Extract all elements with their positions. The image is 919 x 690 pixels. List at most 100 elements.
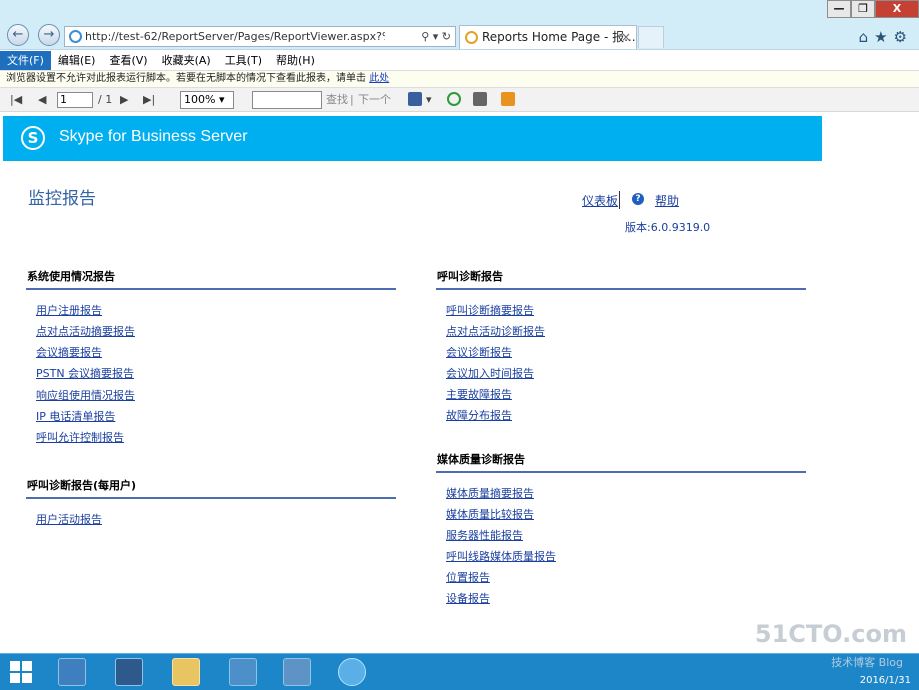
- file-explorer-icon[interactable]: [172, 658, 200, 686]
- report-link[interactable]: 呼叫线路媒体质量报告: [446, 550, 556, 563]
- skype-banner: S Skype for Business Server: [3, 116, 822, 161]
- zoom-value: 100%: [184, 93, 216, 106]
- next-page-icon[interactable]: ▶: [120, 92, 128, 108]
- list-item: 媒体质量摘要报告: [446, 485, 806, 506]
- find-link[interactable]: 查找: [326, 92, 348, 108]
- report-link[interactable]: IP 电话清单报告: [36, 410, 115, 423]
- menu-view[interactable]: 查看(V): [102, 51, 154, 70]
- address-bar[interactable]: http://test-62/ReportServer/Pages/Report…: [64, 26, 456, 47]
- ie-page-icon: [69, 30, 82, 43]
- find-input[interactable]: [252, 91, 322, 109]
- menu-help[interactable]: 帮助(H): [269, 51, 322, 70]
- section-media-quality: 媒体质量诊断报告 媒体质量摘要报告 媒体质量比较报告 服务器性能报告 呼叫线路媒…: [436, 451, 806, 611]
- prev-page-icon[interactable]: ◀: [38, 92, 46, 108]
- banner-title: Skype for Business Server: [59, 128, 248, 145]
- report-link[interactable]: 媒体质量比较报告: [446, 508, 534, 521]
- browser-right-icons[interactable]: ⌂★⚙: [859, 28, 913, 46]
- report-link[interactable]: 故障分布报告: [446, 409, 512, 422]
- last-page-icon[interactable]: ▶|: [143, 92, 155, 108]
- skype-deployment-icon[interactable]: [283, 658, 311, 686]
- maximize-button[interactable]: ❐: [851, 0, 875, 18]
- zoom-select[interactable]: 100% ▾: [180, 91, 234, 109]
- page-title: 监控报告: [28, 189, 96, 209]
- list-item: 服务器性能报告: [446, 527, 806, 548]
- report-link[interactable]: 用户注册报告: [36, 304, 102, 317]
- report-link[interactable]: 呼叫允许控制报告: [36, 431, 124, 444]
- section-title: 媒体质量诊断报告: [436, 451, 806, 473]
- tray-clock[interactable]: 2016/1/31: [860, 674, 911, 688]
- section-title: 系统使用情况报告: [26, 268, 396, 290]
- top-links: 仪表板: [582, 192, 618, 209]
- address-tools-icon[interactable]: ⚲ ▾ ↻: [421, 27, 451, 46]
- report-toolbar: |◀ ◀ 1 / 1 ▶ ▶| 100% ▾ 查找 | 下一个 ▾: [0, 88, 919, 112]
- report-link[interactable]: 会议诊断报告: [446, 346, 512, 359]
- find-next-link[interactable]: 下一个: [358, 92, 391, 108]
- clock-date: 2016/1/31: [859, 675, 911, 686]
- export-icon[interactable]: [408, 92, 422, 106]
- taskbar: 技术博客 Blog 2016/1/31: [0, 653, 919, 690]
- first-page-icon[interactable]: |◀: [10, 92, 22, 108]
- menu-tools[interactable]: 工具(T): [218, 51, 269, 70]
- report-link[interactable]: 点对点活动诊断报告: [446, 325, 545, 338]
- script-info-bar: 浏览器设置不允许对此报表运行脚本。若要在无脚本的情况下查看此报表，请单击 此处: [0, 71, 919, 88]
- section-per-user: 呼叫诊断报告(每用户) 用户活动报告: [26, 477, 396, 532]
- help-link[interactable]: 帮助: [655, 194, 679, 208]
- list-item: 响应组使用情况报告: [36, 387, 396, 408]
- new-tab-button[interactable]: [638, 26, 664, 48]
- list-item: 用户活动报告: [36, 511, 396, 532]
- menu-favorites[interactable]: 收藏夹(A): [155, 51, 218, 70]
- forward-button[interactable]: →: [38, 24, 60, 46]
- window-controls: — ❐ X: [827, 0, 919, 20]
- menu-bar: 文件(F) 编辑(E) 查看(V) 收藏夹(A) 工具(T) 帮助(H): [0, 51, 919, 71]
- report-link[interactable]: 会议摘要报告: [36, 346, 102, 359]
- list-item: 位置报告: [446, 569, 806, 590]
- report-link[interactable]: 会议加入时间报告: [446, 367, 534, 380]
- internet-explorer-icon[interactable]: [338, 658, 366, 686]
- list-item: 设备报告: [446, 590, 806, 611]
- close-button[interactable]: X: [875, 0, 919, 18]
- report-link[interactable]: 用户活动报告: [36, 513, 102, 526]
- report-link[interactable]: 呼叫诊断摘要报告: [446, 304, 534, 317]
- atom-feed-icon[interactable]: [501, 92, 515, 106]
- report-list: 用户活动报告: [26, 511, 396, 532]
- watermark-subtitle: 技术博客 Blog: [831, 656, 903, 669]
- menu-edit[interactable]: 编辑(E): [51, 51, 103, 70]
- report-link[interactable]: 主要故障报告: [446, 388, 512, 401]
- skype-topology-icon[interactable]: [229, 658, 257, 686]
- report-link[interactable]: PSTN 会议摘要报告: [36, 367, 134, 380]
- section-title: 呼叫诊断报告(每用户): [26, 477, 396, 499]
- list-item: 会议诊断报告: [446, 344, 806, 365]
- list-item: IP 电话清单报告: [36, 408, 396, 429]
- dashboard-link[interactable]: 仪表板: [582, 194, 618, 208]
- minimize-button[interactable]: —: [827, 0, 851, 18]
- back-button[interactable]: ←: [7, 24, 29, 46]
- report-link[interactable]: 点对点活动摘要报告: [36, 325, 135, 338]
- tab-close-icon[interactable]: ×: [621, 26, 631, 48]
- powershell-icon[interactable]: [115, 658, 143, 686]
- tab-ie-icon: [465, 31, 478, 44]
- report-link[interactable]: 响应组使用情况报告: [36, 389, 135, 402]
- menu-file[interactable]: 文件(F): [0, 51, 51, 70]
- report-link[interactable]: 设备报告: [446, 592, 490, 605]
- print-icon[interactable]: [473, 92, 487, 106]
- list-item: 呼叫允许控制报告: [36, 429, 396, 450]
- server-manager-icon[interactable]: [58, 658, 86, 686]
- version-label: 版本:6.0.9319.0: [625, 221, 711, 234]
- help-icon[interactable]: ?: [632, 193, 644, 205]
- windows-start-icon[interactable]: [10, 661, 34, 685]
- watermark-logo: 51CTO.com: [754, 620, 907, 648]
- info-link[interactable]: 此处: [369, 73, 389, 84]
- page-number-input[interactable]: 1: [57, 92, 93, 108]
- export-dropdown-icon[interactable]: ▾: [426, 92, 432, 108]
- report-list: 用户注册报告 点对点活动摘要报告 会议摘要报告 PSTN 会议摘要报告 响应组使…: [26, 302, 396, 450]
- list-item: 故障分布报告: [446, 407, 806, 428]
- report-link[interactable]: 媒体质量摘要报告: [446, 487, 534, 500]
- report-link[interactable]: 位置报告: [446, 571, 490, 584]
- refresh-icon[interactable]: [447, 92, 461, 106]
- info-text: 浏览器设置不允许对此报表运行脚本。若要在无脚本的情况下查看此报表，请单击: [6, 73, 366, 84]
- list-item: 媒体质量比较报告: [446, 506, 806, 527]
- report-link[interactable]: 服务器性能报告: [446, 529, 523, 542]
- section-system-usage: 系统使用情况报告 用户注册报告 点对点活动摘要报告 会议摘要报告 PSTN 会议…: [26, 268, 396, 450]
- report-list: 呼叫诊断摘要报告 点对点活动诊断报告 会议诊断报告 会议加入时间报告 主要故障报…: [436, 302, 806, 428]
- tab-reports-home[interactable]: Reports Home Page - 报... ×: [459, 25, 637, 49]
